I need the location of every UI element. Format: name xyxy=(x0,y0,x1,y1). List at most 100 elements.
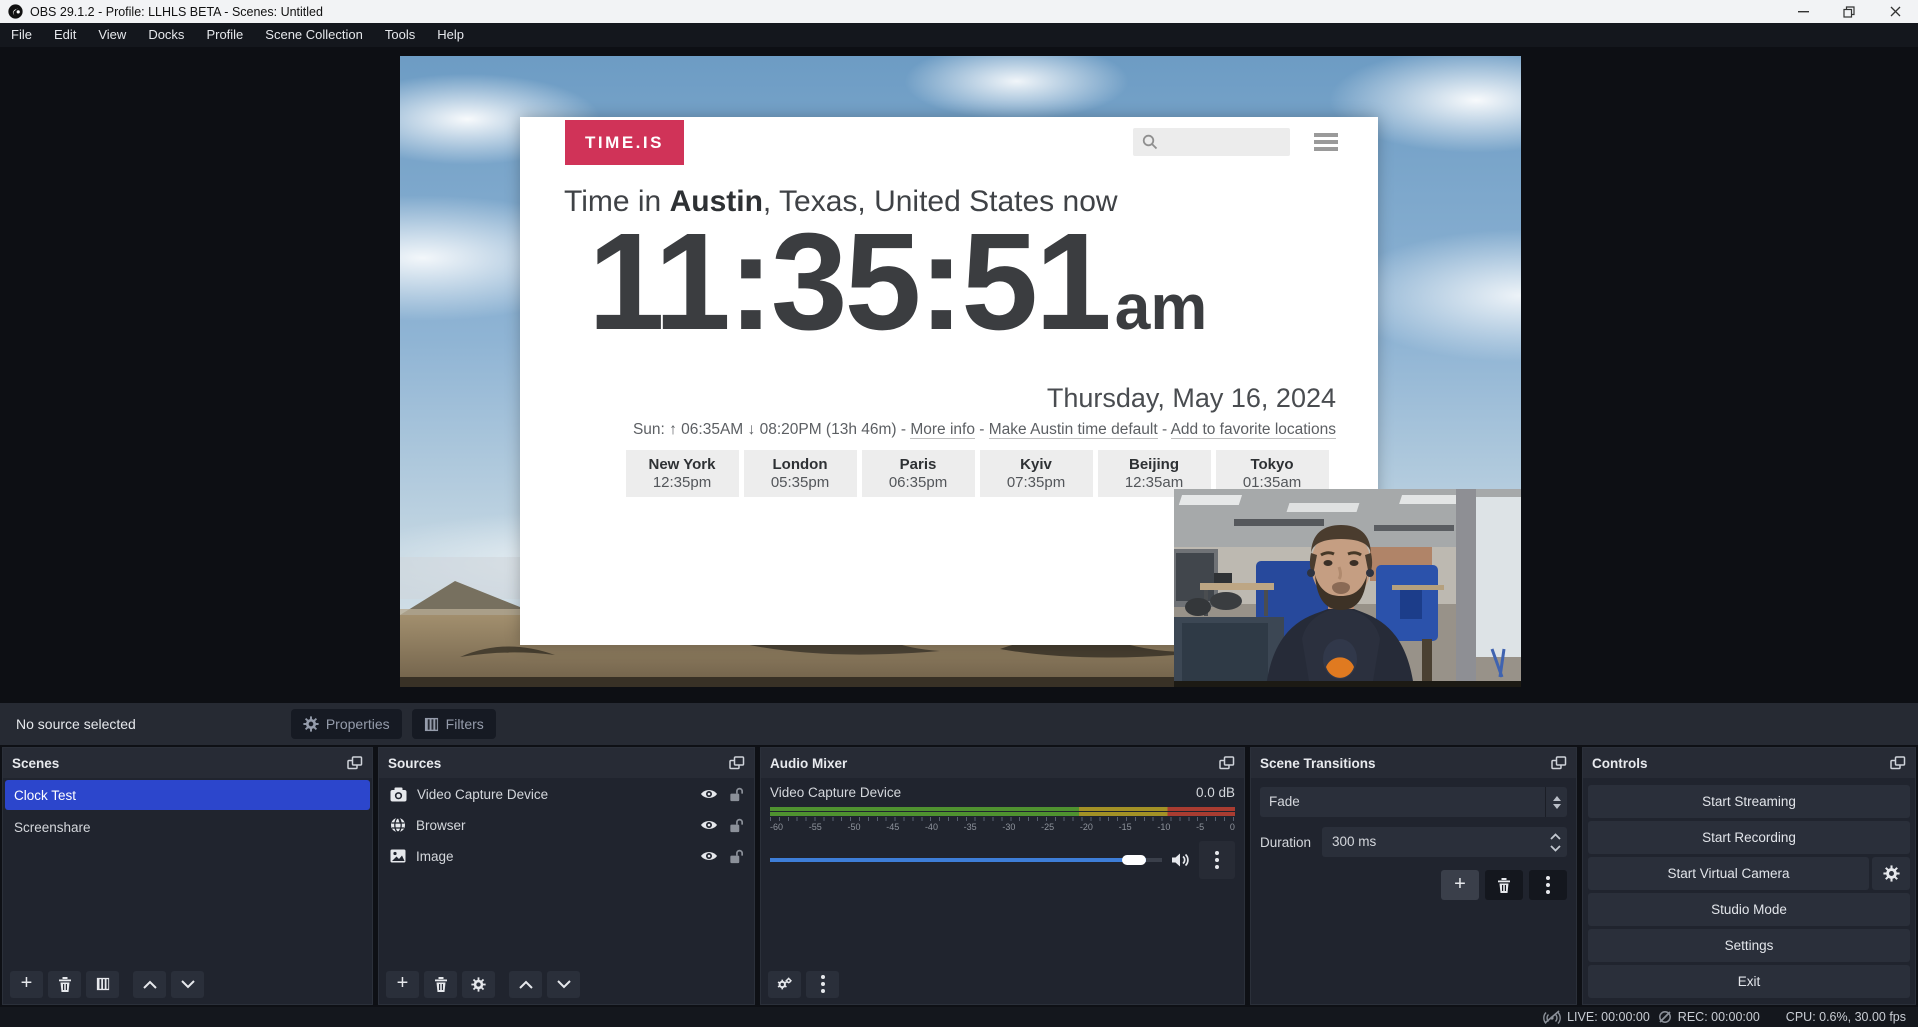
timeis-logo[interactable]: TIME.IS xyxy=(565,120,684,165)
move-scene-up-button[interactable] xyxy=(133,971,166,998)
more-info-link[interactable]: More info xyxy=(910,421,975,439)
scene-filters-button[interactable] xyxy=(86,971,119,998)
popout-dock-icon[interactable] xyxy=(347,756,363,770)
scenes-panel: Scenes Clock Test Screenshare + xyxy=(2,747,373,1005)
remove-scene-button[interactable] xyxy=(48,971,81,998)
filters-button[interactable]: Filters xyxy=(412,709,496,739)
move-scene-down-button[interactable] xyxy=(171,971,204,998)
gear-icon xyxy=(471,977,486,992)
add-favorite-link[interactable]: Add to favorite locations xyxy=(1171,421,1336,439)
gear-icon xyxy=(1883,865,1900,882)
move-source-down-button[interactable] xyxy=(547,971,580,998)
trash-icon xyxy=(434,977,448,992)
camera-icon xyxy=(390,787,407,802)
scenes-panel-header[interactable]: Scenes xyxy=(3,748,372,778)
source-toolbar: No source selected Properties Filters xyxy=(0,703,1918,745)
lock-icon[interactable] xyxy=(728,849,743,864)
scene-item-screenshare[interactable]: Screenshare xyxy=(5,812,370,842)
scene-item-clock-test[interactable]: Clock Test xyxy=(5,780,370,810)
menu-help[interactable]: Help xyxy=(426,23,475,47)
source-properties-button[interactable] xyxy=(462,971,495,998)
popout-dock-icon[interactable] xyxy=(1551,756,1567,770)
kebab-menu-icon xyxy=(1215,858,1219,862)
transition-select[interactable]: Fade xyxy=(1260,787,1567,817)
mixer-toolbar xyxy=(761,964,1244,1004)
popout-dock-icon[interactable] xyxy=(729,756,745,770)
stream-inactive-icon xyxy=(1543,1010,1561,1024)
source-status-text: No source selected xyxy=(16,716,136,732)
add-transition-button[interactable]: + xyxy=(1441,870,1479,900)
speaker-icon[interactable] xyxy=(1171,852,1190,868)
audio-mixer-header[interactable]: Audio Mixer xyxy=(761,748,1244,778)
menu-docks[interactable]: Docks xyxy=(137,23,195,47)
world-clock-kyiv[interactable]: Kyiv07:35pm xyxy=(980,450,1093,497)
world-clock-london[interactable]: London05:35pm xyxy=(744,450,857,497)
menu-file[interactable]: File xyxy=(0,23,43,47)
visibility-eye-icon[interactable] xyxy=(700,819,718,831)
gear-icon xyxy=(303,716,319,732)
menu-view[interactable]: View xyxy=(87,23,137,47)
clock-time: 11:35:51 xyxy=(588,205,1109,359)
volume-slider-handle[interactable] xyxy=(1122,855,1146,865)
start-streaming-button[interactable]: Start Streaming xyxy=(1588,785,1910,818)
lock-icon[interactable] xyxy=(728,818,743,833)
popout-dock-icon[interactable] xyxy=(1890,756,1906,770)
chevron-up-icon xyxy=(1550,833,1561,840)
mixer-menu-button[interactable] xyxy=(806,971,839,998)
add-scene-button[interactable]: + xyxy=(10,971,43,998)
make-default-link[interactable]: Make Austin time default xyxy=(989,421,1158,439)
menu-profile[interactable]: Profile xyxy=(195,23,254,47)
studio-mode-button[interactable]: Studio Mode xyxy=(1588,893,1910,926)
settings-button[interactable]: Settings xyxy=(1588,929,1910,962)
volume-slider[interactable] xyxy=(770,855,1162,865)
sources-panel-header[interactable]: Sources xyxy=(379,748,754,778)
controls-panel: Controls Start Streaming Start Recording… xyxy=(1582,747,1916,1005)
world-clock-new-york[interactable]: New York12:35pm xyxy=(626,450,739,497)
world-clock-paris[interactable]: Paris06:35pm xyxy=(862,450,975,497)
timeis-date: Thursday, May 16, 2024 xyxy=(1047,383,1336,414)
statusbar: LIVE: 00:00:00 REC: 00:00:00 CPU: 0.6%, … xyxy=(0,1007,1918,1027)
controls-header[interactable]: Controls xyxy=(1583,748,1915,778)
minimize-button[interactable] xyxy=(1780,0,1826,23)
start-virtual-camera-button[interactable]: Start Virtual Camera xyxy=(1588,857,1869,890)
move-source-up-button[interactable] xyxy=(509,971,542,998)
timeis-clock: 11:35:51am xyxy=(588,203,1207,362)
start-recording-button[interactable]: Start Recording xyxy=(1588,821,1910,854)
duration-input[interactable]: 300 ms xyxy=(1322,827,1567,857)
kebab-menu-icon xyxy=(821,982,825,986)
mixer-channel: Video Capture Device 0.0 dB -60-55-50-45… xyxy=(761,778,1244,886)
scene-transitions-header[interactable]: Scene Transitions xyxy=(1251,748,1576,778)
menu-tools[interactable]: Tools xyxy=(374,23,426,47)
advanced-audio-button[interactable] xyxy=(768,971,801,998)
menu-scene-collection[interactable]: Scene Collection xyxy=(254,23,374,47)
restore-button[interactable] xyxy=(1826,0,1872,23)
remove-transition-button[interactable] xyxy=(1485,870,1523,900)
lock-icon[interactable] xyxy=(728,787,743,802)
popout-dock-icon[interactable] xyxy=(1219,756,1235,770)
properties-button[interactable]: Properties xyxy=(291,709,402,739)
webcam-overlay[interactable] xyxy=(1174,489,1521,687)
timeis-search-input[interactable] xyxy=(1133,128,1290,156)
chevron-up-icon xyxy=(143,980,157,989)
visibility-eye-icon[interactable] xyxy=(700,850,718,862)
source-item-image[interactable]: Image xyxy=(381,841,752,871)
trash-icon xyxy=(58,977,72,992)
close-button[interactable] xyxy=(1872,0,1918,23)
virtual-camera-settings-button[interactable] xyxy=(1872,857,1910,890)
source-item-video-capture[interactable]: Video Capture Device xyxy=(381,779,752,809)
add-source-button[interactable]: + xyxy=(386,971,419,998)
chevron-down-icon xyxy=(557,980,571,989)
hamburger-menu-icon[interactable] xyxy=(1314,133,1338,154)
menu-edit[interactable]: Edit xyxy=(43,23,87,47)
select-spinner[interactable] xyxy=(1545,787,1567,817)
visibility-eye-icon[interactable] xyxy=(700,788,718,800)
mixer-channel-menu-button[interactable] xyxy=(1199,841,1235,879)
program-canvas[interactable]: TIME.IS Time in Austin, Texas, United St… xyxy=(400,56,1521,687)
source-item-browser[interactable]: Browser xyxy=(381,810,752,840)
exit-button[interactable]: Exit xyxy=(1588,965,1910,998)
transition-properties-button[interactable] xyxy=(1529,870,1567,900)
clock-ampm: am xyxy=(1115,271,1208,343)
remove-source-button[interactable] xyxy=(424,971,457,998)
window-title: OBS 29.1.2 - Profile: LLHLS BETA - Scene… xyxy=(30,5,323,19)
duration-spinner[interactable] xyxy=(1550,827,1561,857)
